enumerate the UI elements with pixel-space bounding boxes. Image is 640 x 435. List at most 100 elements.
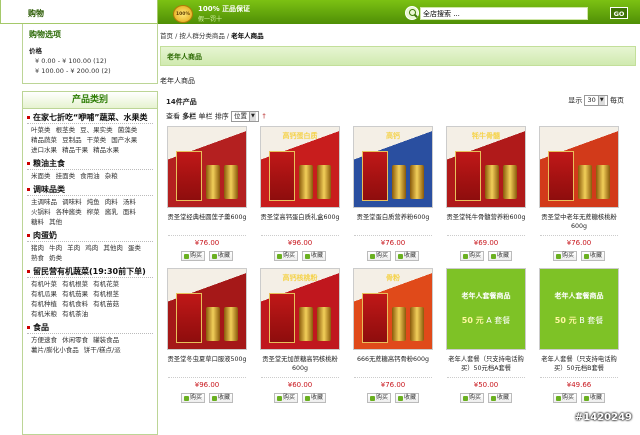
category-link[interactable]: 精品干果 — [62, 146, 88, 154]
category-link[interactable]: 有机食料 — [62, 300, 88, 308]
category-link[interactable]: 有机茶油 — [62, 310, 88, 318]
category-link[interactable]: 有机根茎 — [93, 290, 119, 298]
category-link[interactable]: 菌藻类 — [118, 126, 138, 134]
product-name[interactable]: 贡圣堂牦牛骨髓营养粉600g — [443, 213, 529, 232]
product-name[interactable]: 贡圣堂经典桂圆莲子羹600g — [164, 213, 250, 232]
sort-select[interactable]: 位置▼ — [231, 111, 259, 122]
favorite-button[interactable]: 收藏 — [395, 251, 419, 261]
category-link[interactable]: 有机瓜果 — [31, 290, 57, 298]
product-image[interactable] — [167, 268, 247, 350]
category-heading[interactable]: 调味品类 — [27, 185, 153, 195]
category-heading[interactable]: 食品 — [27, 323, 153, 333]
category-link[interactable]: 精品蔬菜 — [31, 136, 57, 144]
category-link[interactable]: 糖料 — [31, 218, 44, 226]
cart-tab[interactable]: 购物 — [0, 0, 158, 24]
category-link[interactable]: 面料 — [123, 208, 136, 216]
product-image[interactable] — [539, 126, 619, 208]
category-link[interactable]: 精品水果 — [93, 146, 119, 154]
buy-button[interactable]: 购买 — [367, 393, 391, 403]
category-link[interactable]: 干菜类 — [87, 136, 107, 144]
category-link[interactable]: 有机苗菇 — [93, 300, 119, 308]
category-link[interactable]: 汤料 — [123, 198, 136, 206]
category-link[interactable]: 奶类 — [49, 254, 62, 262]
category-heading[interactable]: 在家七折吃“咿哺”蔬菜、水果类 — [27, 113, 153, 123]
buy-button[interactable]: 购买 — [181, 393, 205, 403]
product-image[interactable]: 高钙核桃粉 — [260, 268, 340, 350]
favorite-button[interactable]: 收藏 — [302, 393, 326, 403]
price-range-link[interactable]: ¥ 100.00 - ¥ 200.00 (2) — [29, 67, 151, 75]
buy-button[interactable]: 购买 — [553, 393, 577, 403]
product-name[interactable]: 贡圣堂无加蔗糖高钙核桃粉600g — [257, 355, 343, 374]
category-link[interactable]: 其他 — [49, 218, 62, 226]
category-heading[interactable]: 留民营有机蔬菜(19:30前下单) — [27, 267, 153, 277]
favorite-button[interactable]: 收藏 — [209, 393, 233, 403]
sort-direction-icon[interactable]: ↑ — [261, 113, 267, 121]
buy-button[interactable]: 购买 — [274, 393, 298, 403]
category-link[interactable]: 罐装食品 — [93, 336, 119, 344]
favorite-button[interactable]: 收藏 — [581, 251, 605, 261]
category-link[interactable]: 其他肉 — [103, 244, 123, 252]
category-link[interactable]: 有机根菜 — [62, 280, 88, 288]
category-link[interactable]: 豆、果实类 — [80, 126, 113, 134]
product-name[interactable]: 贡圣堂高钙蛋白质礼盒600g — [257, 213, 343, 232]
category-link[interactable]: 调味料 — [62, 198, 82, 206]
category-link[interactable]: 牛肉 — [49, 244, 62, 252]
category-heading[interactable]: 粮油主食 — [27, 159, 153, 169]
breadcrumb-home[interactable]: 首页 — [160, 32, 173, 40]
category-link[interactable]: 薯片/膨化小食品 — [31, 346, 79, 354]
category-link[interactable]: 叶菜类 — [31, 126, 51, 134]
buy-button[interactable]: 购买 — [460, 251, 484, 261]
category-link[interactable]: 食用油 — [80, 172, 100, 180]
category-link[interactable]: 熟食 — [31, 254, 44, 262]
search-input[interactable] — [420, 7, 588, 20]
category-link[interactable]: 有机花菜 — [93, 280, 119, 288]
category-link[interactable]: 榨菜 — [87, 208, 100, 216]
category-heading[interactable]: 肉蛋奶 — [27, 231, 153, 241]
category-link[interactable]: 方便速食 — [31, 336, 57, 344]
category-link[interactable]: 休闲零食 — [62, 336, 88, 344]
category-link[interactable]: 各种酱类 — [56, 208, 82, 216]
category-link[interactable]: 有机叶菜 — [31, 280, 57, 288]
category-link[interactable]: 羊肉 — [67, 244, 80, 252]
category-link[interactable]: 肉料 — [105, 198, 118, 206]
product-name[interactable]: 老年人套餐（只支持电话购买）50元档B套餐 — [536, 355, 622, 374]
per-page-select[interactable]: 30▼ — [584, 95, 607, 106]
favorite-button[interactable]: 收藏 — [395, 393, 419, 403]
category-link[interactable]: 酱乳 — [105, 208, 118, 216]
product-name[interactable]: 贡圣堂冬虫夏草口服液500g — [164, 355, 250, 374]
category-link[interactable]: 饼干/糕点/派 — [84, 346, 121, 354]
category-link[interactable]: 主调味品 — [31, 198, 57, 206]
favorite-button[interactable]: 收藏 — [209, 251, 233, 261]
price-range-link[interactable]: ¥ 0.00 - ¥ 100.00 (12) — [29, 57, 151, 65]
view-list-link[interactable]: 单栏 — [198, 113, 212, 121]
search-go-button[interactable]: GO — [610, 7, 628, 19]
category-link[interactable]: 有机米粮 — [31, 310, 57, 318]
buy-button[interactable]: 购买 — [274, 251, 298, 261]
favorite-button[interactable]: 收藏 — [488, 393, 512, 403]
category-link[interactable]: 豆制品 — [62, 136, 82, 144]
category-link[interactable]: 米面类 — [31, 172, 51, 180]
buy-button[interactable]: 购买 — [181, 251, 205, 261]
buy-button[interactable]: 购买 — [553, 251, 577, 261]
product-image[interactable] — [167, 126, 247, 208]
buy-button[interactable]: 购买 — [460, 393, 484, 403]
category-link[interactable]: 鸡肉 — [85, 244, 98, 252]
breadcrumb-group[interactable]: 按人群分类商品 — [179, 32, 225, 40]
favorite-button[interactable]: 收藏 — [581, 393, 605, 403]
category-link[interactable]: 炖鱼 — [87, 198, 100, 206]
product-name[interactable]: 贡圣堂蛋白质营养粉600g — [350, 213, 436, 232]
favorite-button[interactable]: 收藏 — [488, 251, 512, 261]
buy-button[interactable]: 购买 — [367, 251, 391, 261]
product-name[interactable]: 贡圣堂中老年无蔗糖核桃粉600g — [536, 213, 622, 232]
product-image[interactable]: 骨粉 — [353, 268, 433, 350]
category-link[interactable]: 挂面类 — [56, 172, 76, 180]
favorite-button[interactable]: 收藏 — [302, 251, 326, 261]
product-name[interactable]: 老年人套餐（只支持电话购买）50元档A套餐 — [443, 355, 529, 374]
product-image[interactable]: 老年人套餐商品50 元 B 套餐 — [539, 268, 619, 350]
product-image[interactable]: 高钙蛋白质 — [260, 126, 340, 208]
category-link[interactable]: 蛋类 — [128, 244, 141, 252]
category-link[interactable]: 进口水果 — [31, 146, 57, 154]
category-link[interactable]: 火锅料 — [31, 208, 51, 216]
product-image[interactable]: 高钙 — [353, 126, 433, 208]
product-name[interactable]: 666无蔗糖高钙骨粉600g — [350, 355, 436, 374]
